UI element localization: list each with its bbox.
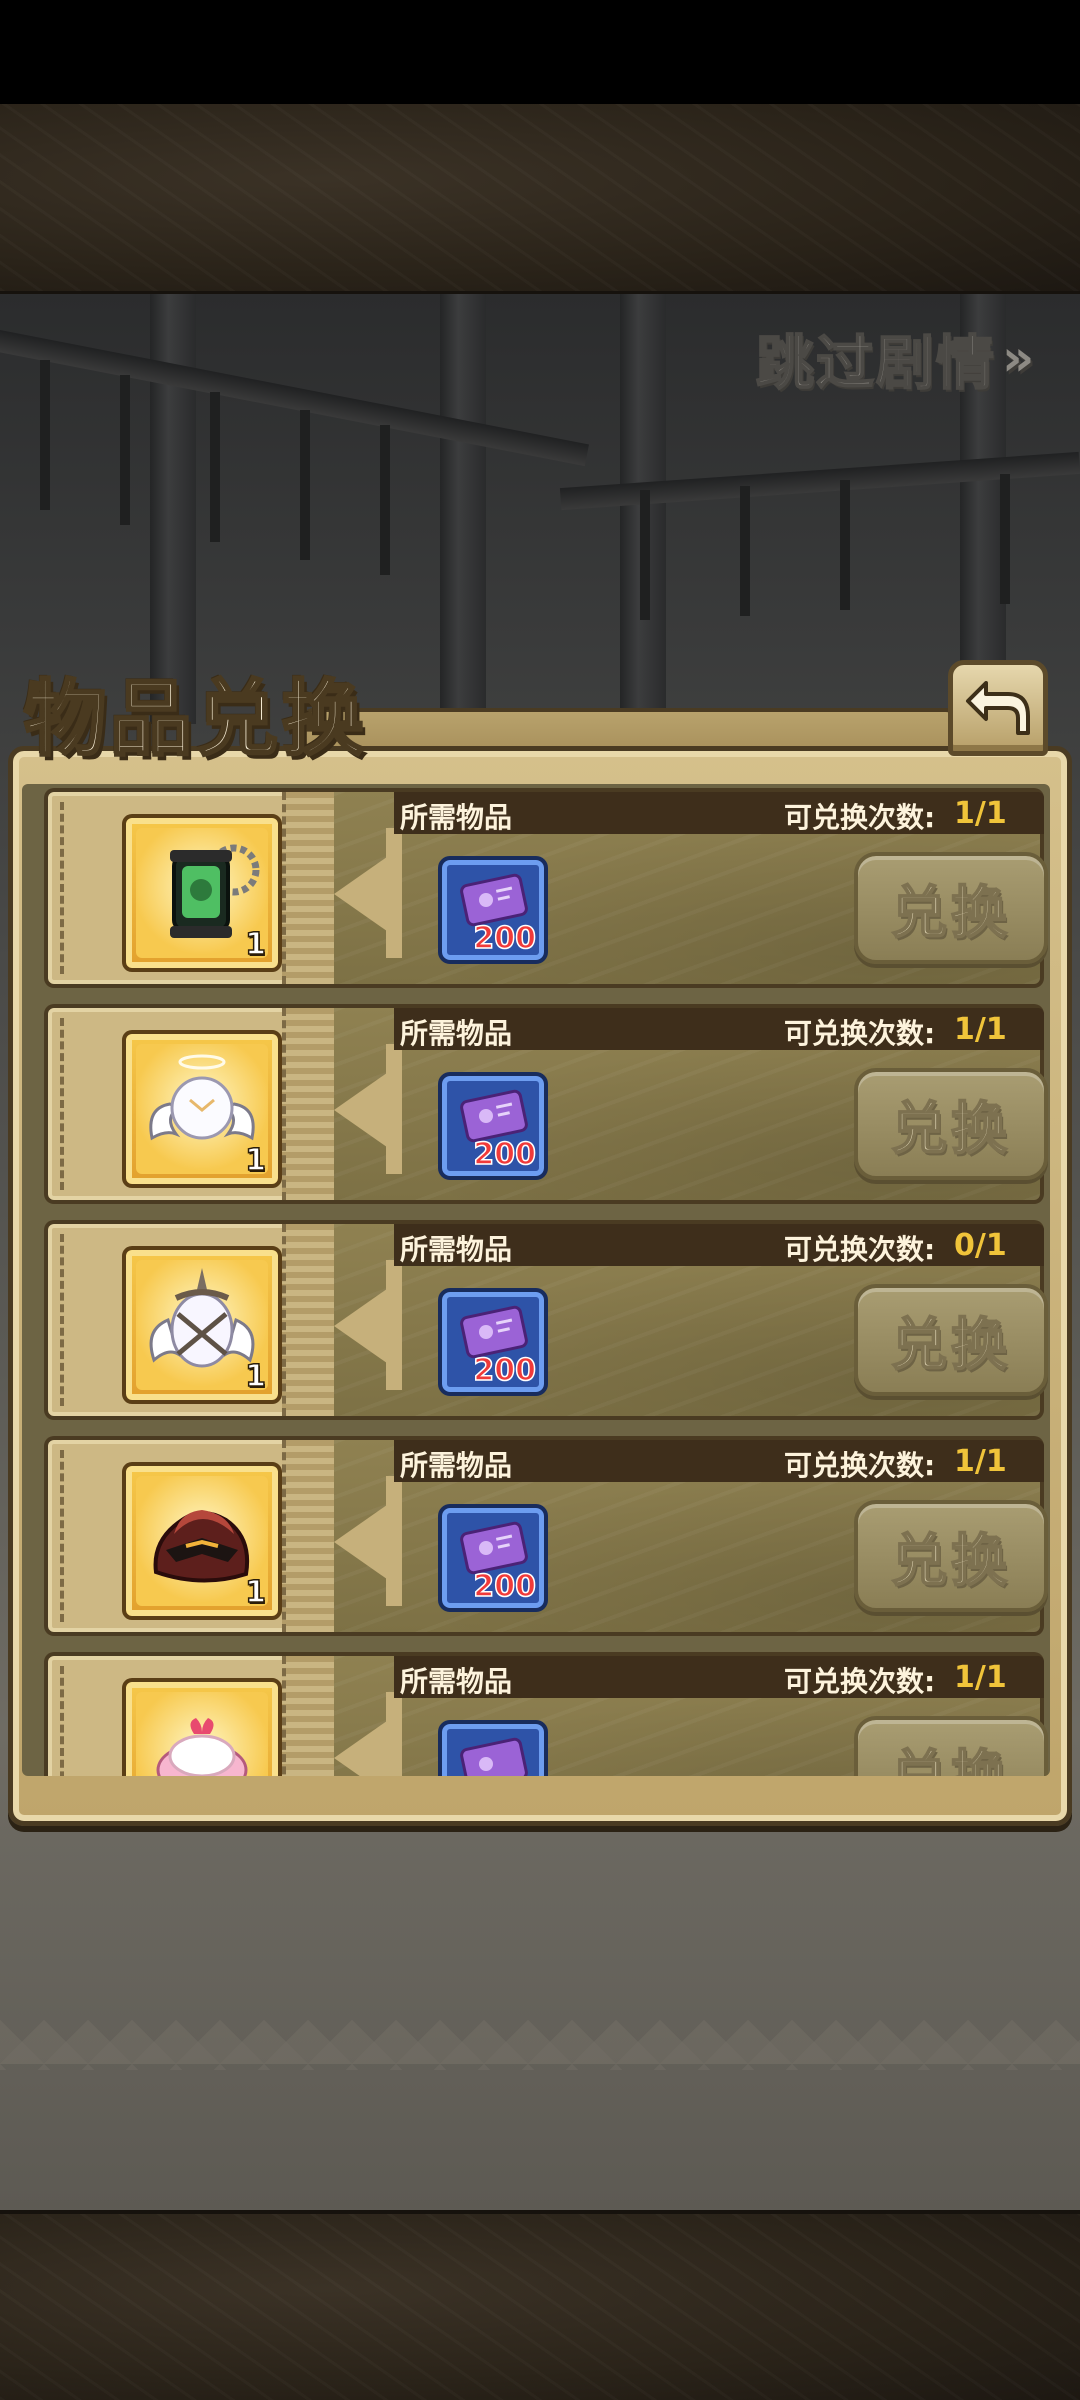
exchange-row: 1 所需物品 可兑换次数: 1/1 200 兑换	[44, 1436, 1048, 1636]
reward-slot: 1	[44, 1220, 334, 1420]
baluster	[840, 480, 850, 610]
double-chevron-right-icon: »	[1002, 329, 1035, 387]
exchange-button[interactable]: 兑换	[854, 1716, 1048, 1776]
baluster	[740, 486, 750, 616]
exchange-button[interactable]: 兑换	[854, 852, 1048, 964]
angel-wings-orb-icon	[149, 1054, 255, 1141]
cost-area: 所需物品 可兑换次数: 0/1 200 兑换	[334, 1220, 1048, 1420]
exchange-row: 1 所需物品 可兑换次数: 0/1 200 兑换	[44, 1220, 1048, 1420]
skip-story-label: 跳过剧情	[755, 328, 997, 398]
reward-slot: 1	[44, 1004, 334, 1204]
reward-item[interactable]: 1	[122, 1246, 282, 1404]
reward-item[interactable]	[122, 1678, 282, 1776]
cost-area: 所需物品 可兑换次数: 1/1 200 兑换	[334, 1004, 1048, 1204]
exchange-row: 所需物品 可兑换次数: 1/1 兑换	[44, 1652, 1048, 1776]
status-bar	[0, 0, 1080, 104]
exchange-row: 1 所需物品 可兑换次数: 1/1 200 兑换	[44, 1004, 1048, 1204]
exchange-times-value: 1/1	[954, 796, 1007, 831]
cost-item[interactable]: 200	[438, 1504, 548, 1612]
cost-amount: 200	[473, 1136, 537, 1173]
reward-slot: 1	[44, 788, 334, 988]
required-items-label: 所需物品	[400, 1665, 513, 1698]
required-items-label: 所需物品	[400, 1233, 513, 1266]
reward-item[interactable]: 1	[122, 1462, 282, 1620]
exchange-button[interactable]: 兑换	[854, 1068, 1048, 1180]
item-count: 1	[244, 1142, 266, 1179]
reward-item[interactable]: 1	[122, 814, 282, 972]
exchange-button[interactable]: 兑换	[854, 1284, 1048, 1396]
baluster	[210, 392, 220, 542]
exchange-times-label: 可兑换次数:	[784, 1449, 936, 1482]
exchange-times-value: 1/1	[954, 1012, 1007, 1047]
pink-cake-icon	[156, 1718, 248, 1776]
exchange-list[interactable]: 1 所需物品 可兑换次数: 1/1 200 兑换 1 所需物品 可兑换次数: 1…	[22, 784, 1050, 1776]
required-items-label: 所需物品	[400, 1449, 513, 1482]
red-hood-cloak-icon	[153, 1510, 250, 1583]
exchange-times-value: 0/1	[954, 1228, 1007, 1263]
reward-slot	[44, 1652, 334, 1776]
game-screen: 跳过剧情 » 物品兑换 1 所需物品 可兑换次数: 1/1 200 兑换 1 所…	[0, 0, 1080, 2400]
bottom-letterbox	[0, 2210, 1080, 2400]
cost-amount: 200	[473, 1568, 537, 1605]
exchange-button-label: 兑换	[890, 1732, 1011, 1777]
exchange-button[interactable]: 兑换	[854, 1500, 1048, 1612]
exchange-times-label: 可兑换次数:	[784, 1665, 936, 1698]
cost-area: 所需物品 可兑换次数: 1/1 200 兑换	[334, 1436, 1048, 1636]
exchange-times-label: 可兑换次数:	[784, 1017, 936, 1050]
baluster	[40, 360, 50, 510]
back-button[interactable]	[948, 660, 1048, 756]
exchange-button-label: 兑换	[890, 1528, 1011, 1595]
top-letterbox	[0, 104, 1080, 294]
baluster	[640, 490, 650, 620]
page-title: 物品兑换	[22, 671, 369, 769]
back-arrow-icon	[966, 681, 1030, 735]
required-items-label: 所需物品	[400, 1017, 513, 1050]
cost-amount: 200	[473, 920, 537, 957]
purple-ticket-icon	[460, 1737, 528, 1776]
baluster	[300, 410, 310, 560]
cost-amount: 200	[473, 1352, 537, 1389]
spiked-wing-egg-icon	[149, 1268, 255, 1368]
exchange-button-label: 兑换	[890, 1312, 1011, 1379]
cost-item[interactable]: 200	[438, 856, 548, 964]
exchange-times-label: 可兑换次数:	[784, 801, 936, 834]
baluster	[380, 425, 390, 575]
reward-slot: 1	[44, 1436, 334, 1636]
exchange-button-label: 兑换	[890, 1096, 1011, 1163]
item-count: 1	[244, 926, 266, 963]
required-items-label: 所需物品	[400, 801, 513, 834]
exchange-row: 1 所需物品 可兑换次数: 1/1 200 兑换	[44, 788, 1048, 988]
cost-area: 所需物品 可兑换次数: 1/1 200 兑换	[334, 788, 1048, 988]
exchange-times-label: 可兑换次数:	[784, 1233, 936, 1266]
pillar	[440, 294, 486, 724]
cost-item[interactable]: 200	[438, 1288, 548, 1396]
baluster	[1000, 474, 1010, 604]
cost-area: 所需物品 可兑换次数: 1/1 兑换	[334, 1652, 1048, 1776]
floor-pattern	[0, 2020, 1080, 2070]
item-count: 1	[244, 1574, 266, 1611]
cost-item[interactable]	[438, 1720, 548, 1776]
exchange-times-value: 1/1	[954, 1660, 1007, 1695]
green-lantern-icon	[170, 844, 260, 938]
cost-item[interactable]: 200	[438, 1072, 548, 1180]
exchange-times-value: 1/1	[954, 1444, 1007, 1479]
skip-story-button[interactable]: 跳过剧情 »	[755, 318, 1056, 398]
item-count: 1	[244, 1358, 266, 1395]
baluster	[120, 375, 130, 525]
exchange-button-label: 兑换	[890, 880, 1011, 947]
reward-item[interactable]: 1	[122, 1030, 282, 1188]
